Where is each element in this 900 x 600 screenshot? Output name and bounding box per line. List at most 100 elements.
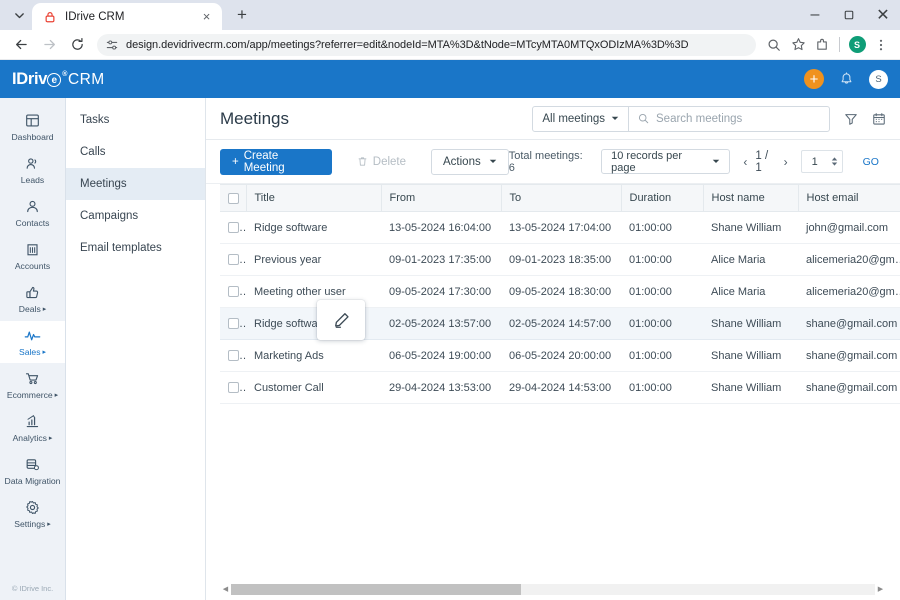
table-row[interactable]: Ridge software 13-05-2024 16:04:00 13-05… (220, 211, 900, 244)
idrive-crm-logo[interactable]: IDriv e ® CRM (12, 70, 105, 89)
search-icon[interactable] (763, 34, 785, 56)
subnav-item-meetings[interactable]: Meetings (66, 168, 205, 200)
next-page-button[interactable]: › (784, 155, 788, 169)
horizontal-scrollbar[interactable]: ◀ ▶ (206, 578, 900, 600)
row-checkbox-cell[interactable] (220, 243, 246, 276)
bookmark-star-icon[interactable] (787, 34, 809, 56)
sidebar-item-analytics[interactable]: Analytics ▸ (0, 407, 65, 449)
row-checkbox[interactable] (228, 254, 239, 266)
row-checkbox-cell[interactable] (220, 211, 246, 244)
profile-avatar[interactable]: S (846, 34, 868, 56)
sidebar-item-ecommerce[interactable]: Ecommerce ▸ (0, 364, 65, 406)
pencil-edit-icon[interactable] (332, 311, 351, 330)
scrollbar-track[interactable] (231, 583, 875, 595)
funnel-filter-icon[interactable] (844, 112, 858, 126)
row-checkbox[interactable] (228, 382, 239, 394)
search-input-wrap[interactable] (629, 107, 829, 131)
column-header-from[interactable]: From (381, 184, 502, 212)
row-checkbox[interactable] (228, 222, 239, 234)
create-meeting-button[interactable]: + Create Meeting (220, 148, 332, 175)
search-input[interactable] (656, 112, 820, 125)
chevron-right-icon: ▸ (52, 392, 59, 399)
sidebar-item-label: Accounts (14, 261, 51, 271)
cell-title: Marketing Ads (246, 339, 381, 372)
table-row[interactable]: Customer Call 29-04-2024 13:53:00 29-04-… (220, 371, 900, 404)
row-checkbox[interactable] (228, 318, 239, 330)
maximize-button[interactable] (832, 0, 866, 30)
cell-from: 06-05-2024 19:00:00 (381, 339, 501, 372)
table-head: Title From To Duration Host name Host em… (220, 184, 900, 212)
subnav-item-email-templates[interactable]: Email templates (66, 232, 205, 264)
column-header-host-email[interactable]: Host email (798, 184, 900, 212)
sidebar-item-label: Ecommerce ▸ (6, 390, 59, 400)
sidebar-item-deals[interactable]: Deals ▸ (0, 278, 65, 320)
row-checkbox-cell[interactable] (220, 371, 246, 404)
meetings-filter-select[interactable]: All meetings (533, 106, 629, 131)
subnav-item-campaigns[interactable]: Campaigns (66, 200, 205, 232)
more-menu-icon[interactable] (870, 34, 892, 56)
column-header-duration[interactable]: Duration (621, 184, 704, 212)
scrollbar-thumb[interactable] (231, 583, 521, 595)
avatar[interactable]: S (869, 69, 888, 89)
activity-pulse-icon (24, 327, 41, 344)
minimize-button[interactable]: – (798, 0, 832, 30)
select-all-header[interactable] (220, 184, 247, 212)
cell-from: 02-05-2024 13:57:00 (381, 307, 501, 340)
cell-duration: 01:00:00 (621, 211, 703, 244)
row-checkbox-cell[interactable] (220, 275, 246, 308)
extensions-icon[interactable] (811, 34, 833, 56)
table-row[interactable]: Previous year 09-01-2023 17:35:00 09-01-… (220, 243, 900, 276)
tune-icon[interactable] (106, 39, 118, 51)
column-header-host-name[interactable]: Host name (703, 184, 799, 212)
address-bar[interactable]: design.devidrivecrm.com/app/meetings?ref… (97, 33, 756, 56)
reload-button[interactable] (64, 32, 90, 58)
row-checkbox[interactable] (228, 350, 239, 362)
back-button[interactable] (8, 32, 34, 58)
cell-host-email: shane@gmail.com (798, 307, 900, 340)
sidebar-item-leads[interactable]: Leads (0, 149, 65, 191)
select-all-checkbox[interactable] (228, 192, 239, 204)
new-tab-button[interactable]: + (229, 2, 255, 28)
row-edit-popup[interactable] (317, 300, 365, 340)
sidebar-item-data-migration[interactable]: Data Migration (0, 450, 65, 492)
quick-add-button[interactable]: + (804, 69, 824, 89)
records-per-page-select[interactable]: 10 records per page (601, 149, 731, 174)
row-checkbox-cell[interactable] (220, 307, 246, 340)
subnav-item-calls[interactable]: Calls (66, 136, 205, 168)
close-window-button[interactable]: ✕ (866, 0, 900, 30)
scroll-right-arrow[interactable]: ▶ (875, 585, 886, 593)
delete-button[interactable]: Delete (346, 149, 417, 175)
tab-search-button[interactable] (6, 2, 32, 28)
stepper-arrows[interactable] (828, 157, 842, 166)
sidebar-item-sales[interactable]: Sales ▸ (0, 321, 65, 363)
prev-page-button[interactable]: ‹ (743, 155, 747, 169)
bell-icon[interactable] (839, 71, 854, 87)
row-checkbox-cell[interactable] (220, 339, 246, 372)
table-row[interactable]: Marketing Ads 06-05-2024 19:00:00 06-05-… (220, 339, 900, 372)
scroll-left-arrow[interactable]: ◀ (220, 585, 231, 593)
page-number-stepper[interactable]: 1 (800, 150, 843, 173)
sidebar-item-contacts[interactable]: Contacts (0, 192, 65, 234)
column-header-title[interactable]: Title (246, 184, 382, 212)
sidebar-item-dashboard[interactable]: Dashboard (0, 106, 65, 148)
sidebar-item-settings[interactable]: Settings ▸ (0, 493, 65, 535)
chevron-right-icon: ▸ (45, 521, 51, 528)
calendar-icon[interactable] (872, 112, 886, 126)
browser-tab[interactable]: IDrive CRM × (32, 3, 222, 30)
go-button[interactable]: GO (856, 156, 886, 168)
forward-button[interactable] (36, 32, 62, 58)
cell-host-name: Alice Maria (703, 243, 798, 276)
row-checkbox[interactable] (228, 286, 239, 298)
database-migration-icon (25, 456, 40, 473)
page-navigator: ‹ 1 / 1 › (743, 150, 787, 174)
page-number-input[interactable]: 1 (802, 156, 828, 168)
sidebar-item-accounts[interactable]: Accounts (0, 235, 65, 277)
column-header-to[interactable]: To (501, 184, 622, 212)
sidebar-item-label: Analytics ▸ (12, 433, 53, 443)
actions-dropdown[interactable]: Actions (431, 148, 509, 175)
cell-host-email: shane@gmail.com (798, 339, 900, 372)
cell-host-email: alicemeria20@gmail.... (798, 243, 900, 276)
subnav-item-tasks[interactable]: Tasks (66, 104, 205, 136)
tab-strip: IDrive CRM × + – ✕ (0, 0, 900, 30)
close-icon[interactable]: × (199, 9, 214, 24)
